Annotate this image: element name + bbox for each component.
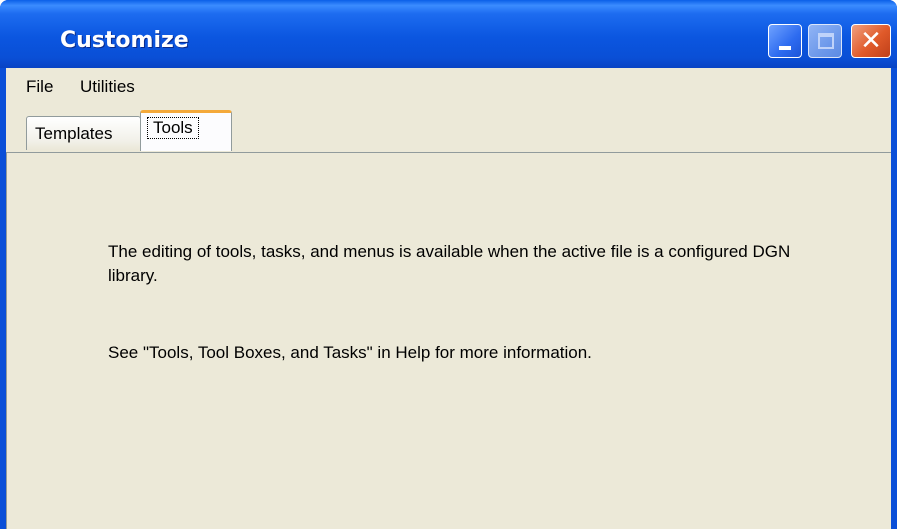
maximize-icon <box>818 33 834 49</box>
tab-tools[interactable]: Tools <box>140 110 232 151</box>
title-bar[interactable]: Customize ✕ <box>0 0 897 68</box>
tab-strip: Templates Tools <box>6 106 891 152</box>
menu-bar: File Utilities <box>6 68 891 106</box>
tab-templates[interactable]: Templates <box>26 116 141 150</box>
tab-tools-label: Tools <box>147 117 199 139</box>
tab-templates-label: Templates <box>35 124 113 143</box>
menu-utilities[interactable]: Utilities <box>80 77 135 97</box>
minimize-icon <box>779 46 791 50</box>
close-icon: ✕ <box>860 26 882 56</box>
help-reference-message: See "Tools, Tool Boxes, and Tasks" in He… <box>108 343 592 362</box>
tools-tab-panel: The editing of tools, tasks, and menus i… <box>6 152 891 529</box>
menu-file[interactable]: File <box>26 77 53 97</box>
window-title: Customize <box>60 28 189 53</box>
maximize-button[interactable] <box>808 24 842 58</box>
customize-window: Customize ✕ File Utilities Templates Too… <box>0 0 897 529</box>
minimize-button[interactable] <box>768 24 802 58</box>
tools-unavailable-message: The editing of tools, tasks, and menus i… <box>108 242 791 285</box>
close-button[interactable]: ✕ <box>851 24 891 58</box>
window-client-area: File Utilities Templates Tools The editi… <box>6 68 891 529</box>
